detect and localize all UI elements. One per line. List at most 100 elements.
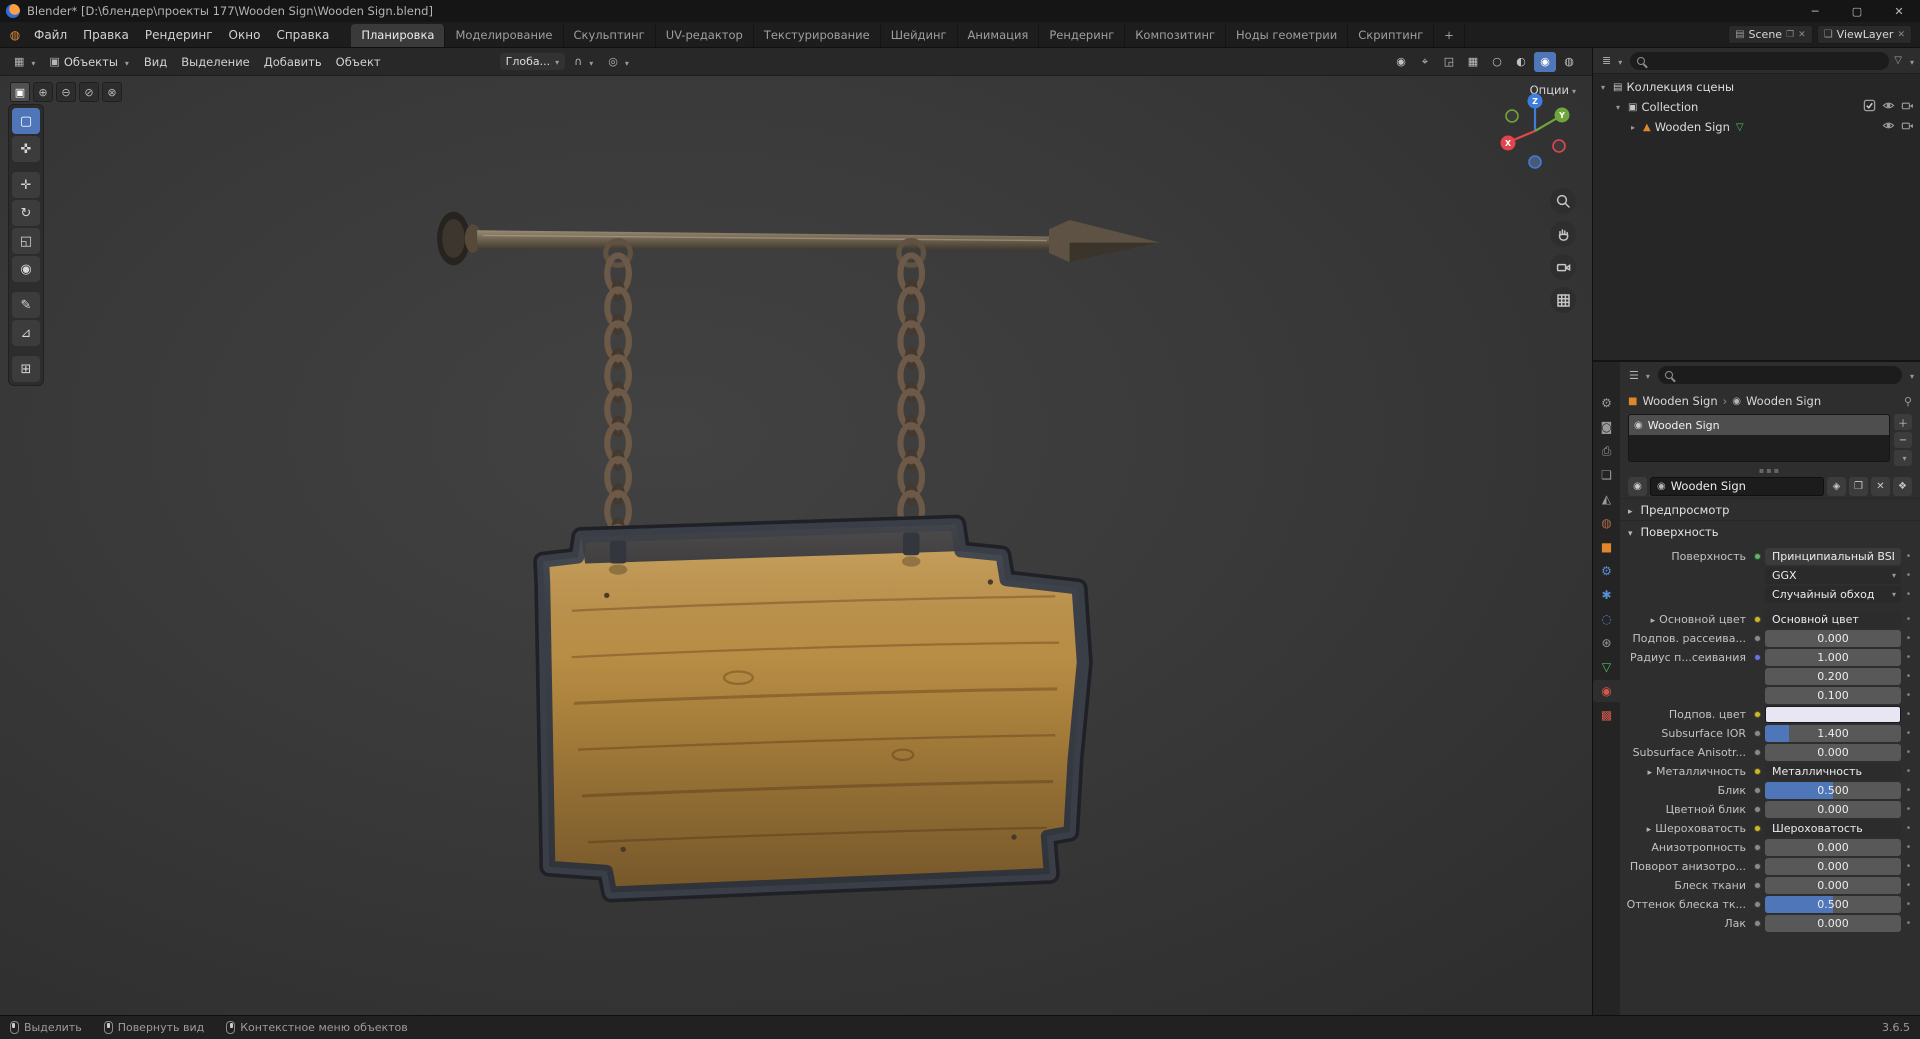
tab-particles[interactable]: ✱ [1593, 584, 1620, 606]
tab-render[interactable]: ◙ [1593, 416, 1620, 438]
node-socket-icon[interactable] [1754, 900, 1761, 908]
workspace-tab-4[interactable]: Текстурирование [754, 24, 881, 47]
tool-annotate[interactable]: ✎ [12, 292, 40, 318]
animate-decorator-icon[interactable] [1901, 614, 1916, 625]
outliner-row-0[interactable]: ▾ ▤ Коллекция сцены [1593, 77, 1920, 97]
workspace-tab-11[interactable]: + [1434, 24, 1465, 47]
node-socket-icon[interactable] [1754, 552, 1761, 560]
slot-specials-button[interactable] [1894, 450, 1912, 466]
value-slider[interactable]: 0.000 [1765, 857, 1901, 875]
animate-decorator-icon[interactable] [1901, 747, 1916, 758]
node-socket-icon[interactable] [1754, 862, 1761, 870]
editor-type-button[interactable]: ▦ [8, 53, 41, 71]
tool-scale[interactable]: ◱ [12, 228, 40, 254]
viewport-menu-3[interactable]: Объект [329, 52, 388, 72]
fake-user-button[interactable]: ◈ [1827, 476, 1846, 496]
tool-transform[interactable]: ◉ [12, 256, 40, 282]
properties-search[interactable] [1657, 366, 1902, 384]
outliner-search[interactable] [1630, 51, 1890, 70]
animate-decorator-icon[interactable] [1901, 823, 1916, 834]
select-mode-invert[interactable]: ⊘ [79, 82, 99, 102]
tool-cursor[interactable]: ✜ [12, 136, 40, 162]
expand-arrow-icon[interactable]: ▾ [1616, 103, 1626, 112]
view-layer-remove-button[interactable]: ✕ [1897, 30, 1905, 40]
dropdown-field[interactable]: Случайный обход [1765, 585, 1901, 603]
scene-new-button[interactable]: ❐ [1786, 30, 1794, 40]
outliner-row-2[interactable]: ▸ ▲ Wooden Sign ▽ [1593, 117, 1920, 137]
material-slot-row[interactable]: ◉ Wooden Sign [1629, 415, 1889, 435]
workspace-tab-6[interactable]: Анимация [958, 24, 1040, 47]
material-name-field[interactable]: ◉ Wooden Sign [1650, 476, 1824, 496]
outliner-item-label[interactable]: Коллекция сцены [1626, 80, 1734, 94]
animate-decorator-icon[interactable] [1901, 842, 1916, 853]
scene-unlink-button[interactable]: ✕ [1798, 30, 1806, 40]
properties-editor-type-button[interactable]: ☰ [1626, 366, 1653, 384]
tool-rotate[interactable]: ↻ [12, 200, 40, 226]
tool-add-cube[interactable]: ⊞ [12, 356, 40, 382]
animate-decorator-icon[interactable] [1901, 861, 1916, 872]
linked-texture-button[interactable]: Шероховатость [1765, 819, 1901, 837]
camera-toggle-icon[interactable] [1901, 119, 1914, 135]
tool-select-box[interactable]: ▢ [12, 108, 40, 134]
panel-surface[interactable]: Поверхность [1620, 520, 1920, 542]
browse-material-button[interactable]: ◉ [1628, 476, 1647, 496]
value-slider[interactable]: 0.000 [1765, 800, 1901, 818]
outliner-item-label[interactable]: Wooden Sign [1655, 120, 1730, 134]
workspace-tab-10[interactable]: Скриптинг [1348, 24, 1435, 47]
pin-icon[interactable]: ⚲ [1904, 395, 1912, 408]
select-mode-extend[interactable]: ⊕ [33, 82, 53, 102]
tab-view-layer[interactable]: ❏ [1593, 464, 1620, 486]
animate-decorator-icon[interactable] [1901, 652, 1916, 663]
expand-icon[interactable] [1651, 613, 1660, 626]
node-socket-icon[interactable] [1754, 881, 1761, 889]
outliner-item-label[interactable]: Collection [1641, 100, 1698, 114]
animate-decorator-icon[interactable] [1901, 880, 1916, 891]
unlink-material-button[interactable]: ✕ [1871, 476, 1890, 496]
gizmo-dropdown[interactable]: ⌖ [1414, 52, 1436, 72]
node-socket-icon[interactable] [1754, 729, 1761, 737]
menubar-item-0[interactable]: Файл [26, 25, 75, 45]
workspace-tab-1[interactable]: Моделирование [445, 24, 564, 47]
outliner-options-chevron[interactable] [1907, 54, 1914, 68]
linked-texture-button[interactable]: Металличность [1765, 762, 1901, 780]
tab-output[interactable]: ⎙ [1593, 440, 1620, 462]
value-slider[interactable]: 0.000 [1765, 876, 1901, 894]
tab-scene[interactable]: ◭ [1593, 488, 1620, 510]
value-slider[interactable]: 0.000 [1765, 914, 1901, 932]
animate-decorator-icon[interactable] [1901, 589, 1916, 600]
blender-app-menu-icon[interactable]: ◍ [4, 28, 26, 42]
value-field[interactable]: 0.100 [1765, 686, 1901, 704]
mode-dropdown[interactable]: ▣ Объекты [43, 53, 135, 71]
snap-toggle[interactable]: ∩ [568, 53, 599, 71]
shading-material-button[interactable]: ◉ [1534, 51, 1556, 72]
node-socket-icon[interactable] [1754, 805, 1761, 813]
node-socket-icon[interactable] [1754, 615, 1761, 623]
workspace-tab-3[interactable]: UV-редактор [656, 24, 754, 47]
camera-view-button[interactable] [1550, 254, 1576, 280]
orientation-dropdown[interactable]: Глоба... [499, 53, 566, 70]
tab-physics[interactable]: ◌ [1593, 608, 1620, 630]
ortho-grid-button[interactable] [1550, 287, 1576, 313]
maximize-button[interactable]: ▢ [1836, 0, 1878, 22]
view-layer-selector[interactable]: ❏ ViewLayer ✕ [1816, 25, 1912, 44]
outliner-search-input[interactable] [1650, 54, 1883, 67]
tab-object-data[interactable]: ▽ [1593, 656, 1620, 678]
tab-constraints[interactable]: ⊛ [1593, 632, 1620, 654]
value-slider[interactable]: 0.500 [1765, 781, 1901, 799]
workspace-tab-5[interactable]: Шейдинг [881, 24, 958, 47]
viewport-canvas[interactable]: ▣⊕⊖⊘⊗ Опции ▢✜✛↻◱◉✎⊿⊞ ZYX [0, 76, 1592, 1015]
tool-measure[interactable]: ⊿ [12, 320, 40, 346]
workspace-tab-7[interactable]: Рендеринг [1039, 24, 1126, 47]
animate-decorator-icon[interactable] [1901, 671, 1916, 682]
shading-rendered-button[interactable]: ◍ [1558, 52, 1580, 72]
camera-toggle-icon[interactable] [1901, 99, 1914, 115]
animate-decorator-icon[interactable] [1901, 633, 1916, 644]
menubar-item-4[interactable]: Справка [268, 25, 337, 45]
eye-toggle-icon[interactable] [1882, 99, 1895, 115]
scene-selector[interactable]: ▤ Scene ❐ ✕ [1728, 25, 1813, 44]
value-field[interactable]: 0.200 [1765, 667, 1901, 685]
animate-decorator-icon[interactable] [1901, 785, 1916, 796]
expand-arrow-icon[interactable]: ▸ [1631, 123, 1641, 132]
breadcrumb-object[interactable]: Wooden Sign [1642, 394, 1717, 408]
minimize-button[interactable]: ─ [1794, 0, 1836, 22]
